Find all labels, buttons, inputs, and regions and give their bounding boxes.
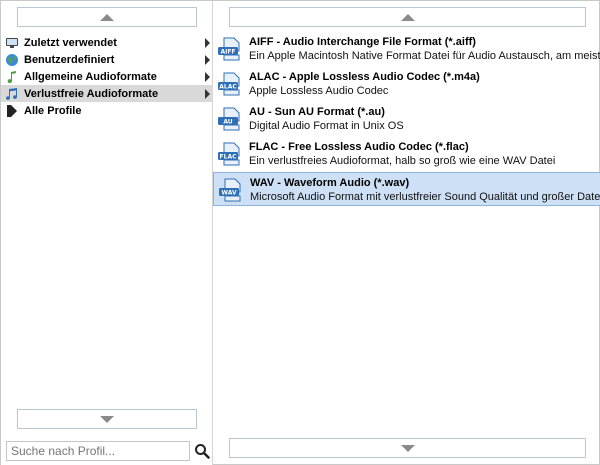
submenu-arrow-icon: [205, 55, 210, 65]
category-scroll-up-button[interactable]: [17, 7, 197, 27]
music-note-blue-icon: [5, 87, 19, 101]
format-item-flac[interactable]: FLAC FLAC - Free Lossless Audio Codec (*…: [213, 137, 600, 171]
format-item-wav[interactable]: WAV WAV - Waveform Audio (*.wav) Microso…: [213, 172, 600, 206]
category-scroll-down-button[interactable]: [17, 409, 197, 429]
format-title: WAV - Waveform Audio (*.wav): [250, 177, 410, 189]
format-badge-text: AU: [223, 119, 232, 126]
format-badge-text: WAV: [221, 190, 237, 197]
category-label: Verlustfreie Audioformate: [24, 87, 159, 100]
category-item-all-profiles[interactable]: Alle Profile: [1, 102, 213, 119]
format-panel: AIFF AIFF - Audio Interchange File Forma…: [213, 1, 600, 465]
format-scroll-down-button[interactable]: [229, 438, 586, 458]
profile-picker-window: Zuletzt verwendet Benutzerdefiniert Allg…: [0, 0, 600, 465]
arrow-down-icon: [100, 415, 114, 423]
category-item-custom[interactable]: Benutzerdefiniert: [1, 51, 213, 68]
category-item-recent[interactable]: Zuletzt verwendet: [1, 34, 213, 51]
audio-file-icon: AIFF: [218, 37, 240, 61]
category-label: Allgemeine Audioformate: [24, 70, 157, 83]
music-note-green-icon: [5, 70, 19, 84]
play-icon: [5, 104, 19, 118]
format-title: AIFF - Audio Interchange File Format (*.…: [249, 36, 476, 48]
audio-file-icon: AU: [218, 107, 240, 131]
profile-search-input[interactable]: [6, 441, 190, 461]
category-panel: Zuletzt verwendet Benutzerdefiniert Allg…: [1, 1, 213, 465]
arrow-down-icon: [400, 444, 415, 452]
category-item-lossless-audio[interactable]: Verlustfreie Audioformate: [1, 85, 213, 102]
category-item-general-audio[interactable]: Allgemeine Audioformate: [1, 68, 213, 85]
arrow-up-icon: [100, 13, 114, 21]
audio-file-icon: FLAC: [218, 142, 240, 166]
submenu-arrow-icon: [205, 89, 210, 99]
format-title: FLAC - Free Lossless Audio Codec (*.flac…: [249, 141, 469, 153]
format-item-alac[interactable]: ALAC ALAC - Apple Lossless Audio Codec (…: [213, 67, 600, 101]
format-description: Ein verlustfreies Audioformat, halb so g…: [249, 155, 556, 167]
format-description: Digital Audio Format in Unix OS: [249, 120, 404, 132]
format-description: Microsoft Audio Format mit verlustfreier…: [250, 191, 600, 203]
format-item-aiff[interactable]: AIFF AIFF - Audio Interchange File Forma…: [213, 32, 600, 66]
globe-icon: [5, 53, 19, 67]
category-label: Zuletzt verwendet: [24, 36, 117, 49]
format-description: Apple Lossless Audio Codec: [249, 85, 389, 97]
audio-file-icon: WAV: [219, 178, 241, 202]
format-list: AIFF AIFF - Audio Interchange File Forma…: [213, 32, 600, 207]
category-list: Zuletzt verwendet Benutzerdefiniert Allg…: [1, 34, 213, 119]
format-title: AU - Sun AU Format (*.au): [249, 106, 385, 118]
monitor-icon: [5, 36, 19, 50]
search-icon[interactable]: [194, 443, 210, 459]
audio-file-icon: ALAC: [218, 72, 240, 96]
format-description: Ein Apple Macintosh Native Format Datei …: [249, 50, 600, 62]
category-label: Alle Profile: [24, 104, 82, 117]
format-badge-text: ALAC: [219, 84, 237, 91]
submenu-arrow-icon: [205, 72, 210, 82]
format-item-au[interactable]: AU AU - Sun AU Format (*.au) Digital Aud…: [213, 102, 600, 136]
format-scroll-up-button[interactable]: [229, 7, 586, 27]
category-label: Benutzerdefiniert: [24, 53, 115, 66]
format-badge-text: FLAC: [220, 154, 238, 161]
format-title: ALAC - Apple Lossless Audio Codec (*.m4a…: [249, 71, 480, 83]
submenu-arrow-icon: [205, 38, 210, 48]
format-badge-text: AIFF: [220, 49, 235, 56]
arrow-up-icon: [400, 13, 415, 21]
